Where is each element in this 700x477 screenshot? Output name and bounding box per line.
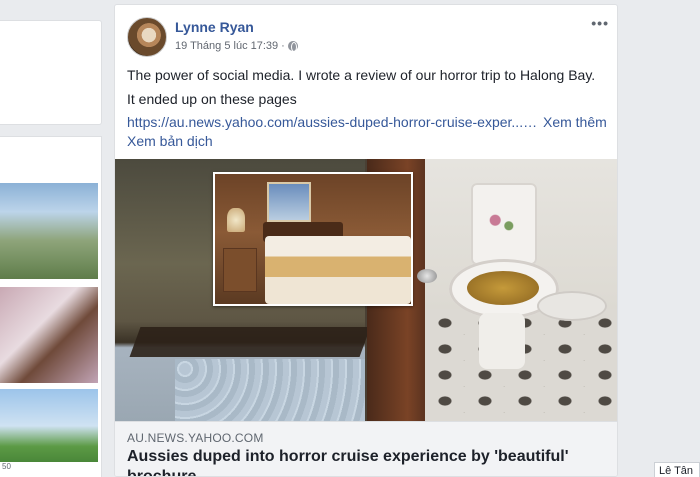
globe-icon[interactable]: [287, 41, 298, 52]
photo-caption: 50: [0, 462, 98, 471]
see-translation-link[interactable]: Xem bản dịch: [127, 133, 213, 149]
bedside-table: [223, 248, 257, 292]
toilet-base: [479, 313, 525, 369]
author-name[interactable]: Lynne Ryan: [175, 19, 254, 35]
feed-post: Lynne Ryan 19 Tháng 5 lúc 17:39 · ••• Th…: [114, 4, 618, 477]
bed: [265, 236, 411, 304]
lamp: [227, 208, 245, 232]
cabin-brochure-photo: [213, 172, 413, 306]
post-meta: 19 Tháng 5 lúc 17:39 ·: [175, 40, 298, 52]
post-url-link[interactable]: https://au.news.yahoo.com/aussies-duped-…: [127, 114, 537, 130]
link-headline[interactable]: Aussies duped into horror cruise experie…: [127, 447, 607, 476]
more-options-icon[interactable]: •••: [591, 16, 609, 30]
photo-thumbnail[interactable]: [0, 287, 98, 383]
link-domain: AU.NEWS.YAHOO.COM: [127, 431, 264, 445]
see-more-link[interactable]: Xem thêm: [543, 114, 607, 130]
left-card: [0, 20, 102, 125]
flower-pattern: [485, 209, 519, 237]
toilet-lid: [537, 291, 607, 321]
left-column: 50: [0, 0, 104, 477]
photo-thumbnail[interactable]: [0, 183, 98, 279]
toilet-water: [467, 271, 539, 305]
post-text-line: The power of social media. I wrote a rev…: [127, 67, 596, 83]
chat-contact[interactable]: Lê Tân: [654, 462, 700, 477]
door-knob: [417, 269, 437, 283]
avatar[interactable]: [127, 17, 167, 57]
meta-separator: ·: [281, 40, 285, 52]
link-preview-image[interactable]: [115, 159, 617, 421]
post-link-line: https://au.news.yahoo.com/aussies-duped-…: [127, 114, 607, 130]
link-preview-box[interactable]: AU.NEWS.YAHOO.COM Aussies duped into hor…: [115, 421, 617, 476]
grime-stain: [129, 327, 371, 357]
photos-card: 50: [0, 136, 102, 477]
post-timestamp[interactable]: 19 Tháng 5 lúc 17:39: [175, 40, 278, 52]
floor-tiles: [175, 359, 365, 421]
post-text-line: It ended up on these pages: [127, 91, 297, 107]
photo-thumbnail[interactable]: 50: [0, 389, 98, 471]
cabin-window: [267, 182, 311, 222]
